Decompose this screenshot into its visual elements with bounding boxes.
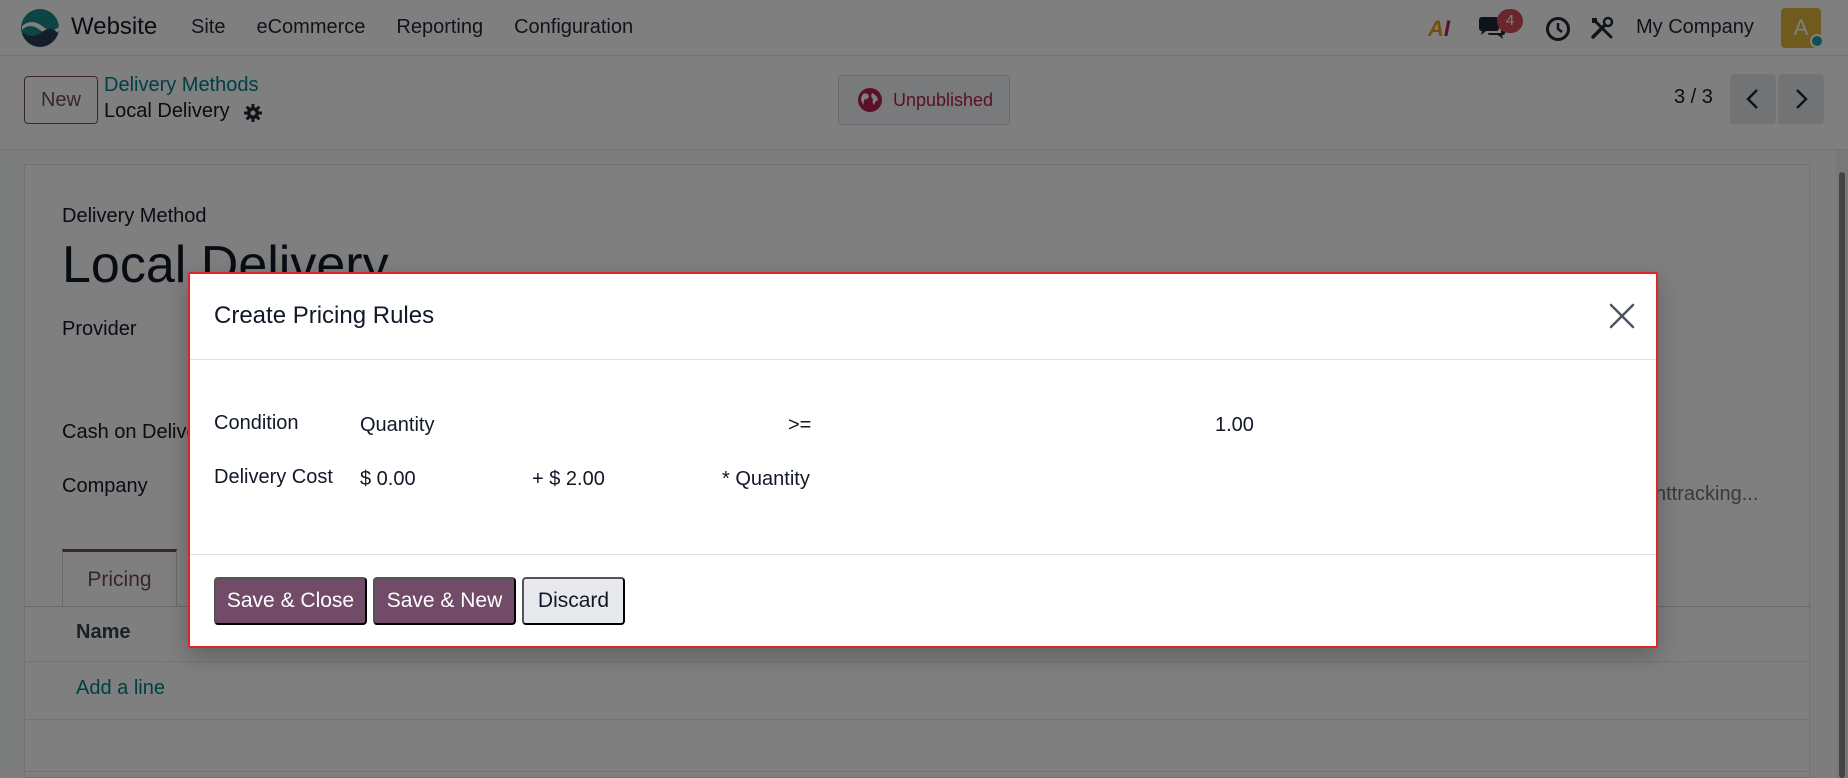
condition-value-input[interactable]: 1.00 xyxy=(1215,414,1254,437)
close-icon[interactable] xyxy=(1608,302,1636,330)
dialog-footer-divider xyxy=(190,554,1656,555)
condition-variable-select[interactable]: Quantity xyxy=(360,414,434,437)
variable-cost-input[interactable]: + $ 2.00 xyxy=(532,468,605,491)
cost-factor-select[interactable]: * Quantity xyxy=(722,468,810,491)
discard-button[interactable]: Discard xyxy=(522,577,625,625)
condition-label: Condition xyxy=(214,412,299,434)
condition-operator-select[interactable]: >= xyxy=(788,414,811,437)
save-close-button[interactable]: Save & Close xyxy=(214,577,367,625)
delivery-cost-label: Delivery Cost xyxy=(214,466,333,488)
fixed-cost-input[interactable]: $ 0.00 xyxy=(360,468,416,491)
create-pricing-rules-dialog: Create Pricing Rules Condition Quantity … xyxy=(188,272,1658,648)
save-new-button[interactable]: Save & New xyxy=(373,577,516,625)
dialog-header-divider xyxy=(190,359,1656,360)
dialog-title: Create Pricing Rules xyxy=(214,302,435,329)
